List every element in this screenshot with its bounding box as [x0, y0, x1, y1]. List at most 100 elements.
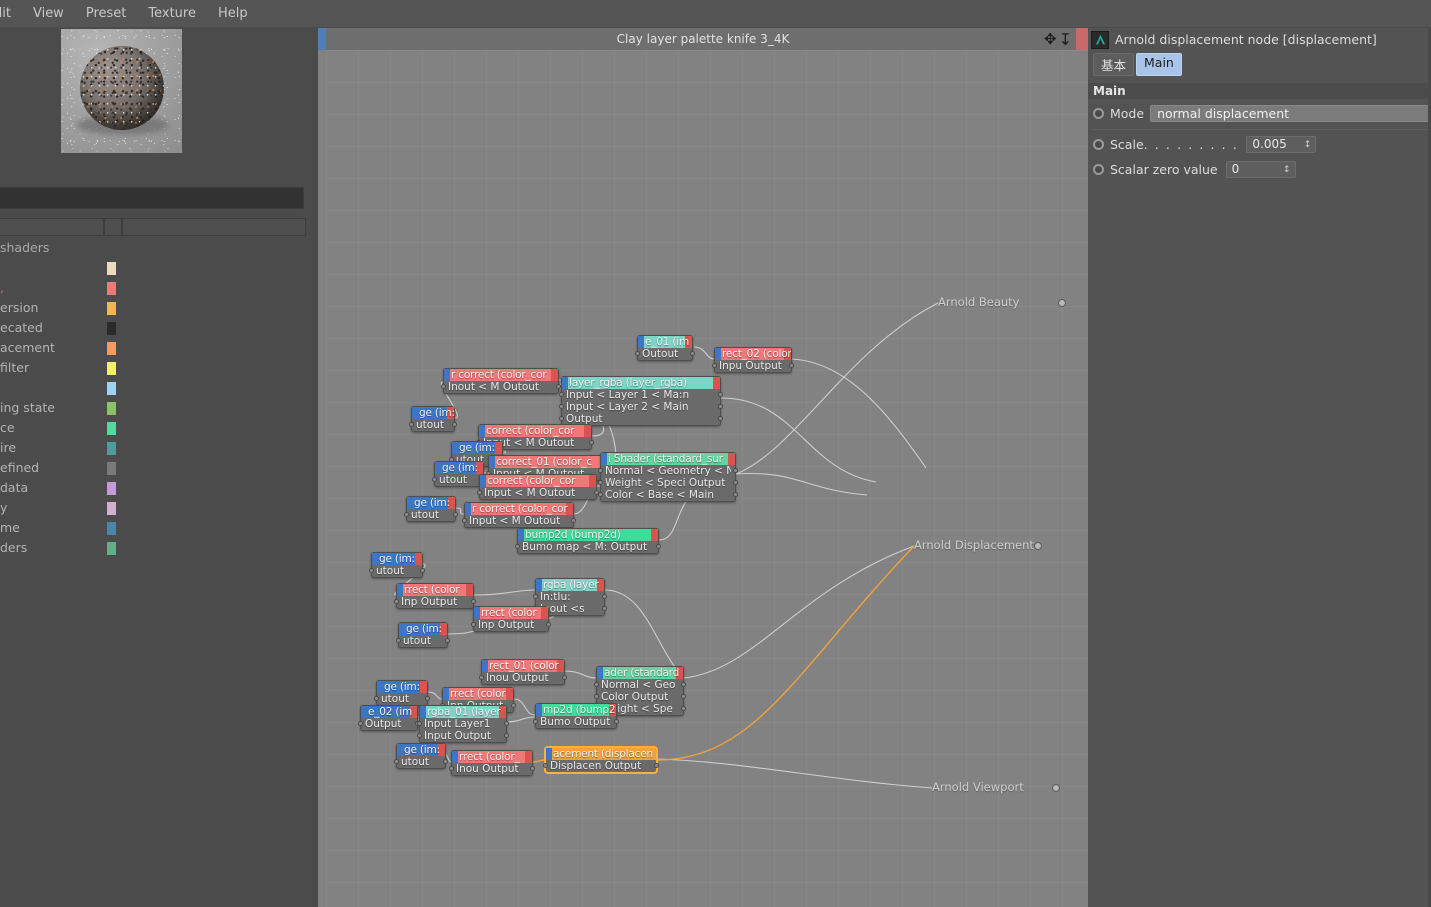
shader-category-row[interactable]: shaders: [0, 238, 312, 258]
node-attribute-row[interactable]: Input Layer1: [424, 718, 502, 730]
shader-category-row[interactable]: ing state: [0, 398, 312, 418]
node-header[interactable]: e_01 (im: [638, 336, 692, 348]
node-attribute-row[interactable]: utout: [403, 635, 443, 647]
node-attribute-row[interactable]: Normal < Geo: [601, 679, 679, 691]
scale-toggle-icon[interactable]: [1093, 139, 1104, 150]
node-attribute-row[interactable]: utout: [411, 509, 451, 521]
mode-toggle-icon[interactable]: [1093, 108, 1104, 119]
graph-node[interactable]: ge (im: utout: [396, 622, 450, 648]
tab-main[interactable]: Main: [1136, 53, 1182, 76]
shader-category-row[interactable]: ders: [0, 538, 312, 558]
graph-node[interactable]: r correct (color_cor Input < M Outout: [462, 502, 576, 528]
graph-node[interactable]: rrect (colorInp Output: [471, 606, 551, 632]
node-attribute-row[interactable]: utout: [376, 565, 418, 577]
node-attribute-row[interactable]: Weight < Speci Output: [605, 477, 731, 489]
shader-category-row[interactable]: ire: [0, 438, 312, 458]
node-attribute-row[interactable]: Inp Output: [478, 619, 544, 631]
graph-node[interactable]: e_02 (im Output: [358, 705, 420, 731]
shader-category-row[interactable]: me: [0, 518, 312, 538]
node-header[interactable]: rrect (color_: [452, 751, 532, 763]
graph-node[interactable]: i Shader (standard_sur Normal < Geometry …: [598, 452, 738, 502]
node-attribute-row[interactable]: Bumo Output: [540, 716, 612, 728]
graph-node[interactable]: rrect (color_ Inou Output: [449, 750, 535, 776]
node-attribute-row[interactable]: Displacen Output: [550, 760, 652, 772]
mode-dropdown[interactable]: normal displacement: [1150, 105, 1429, 122]
node-attribute-row[interactable]: utout: [401, 756, 441, 768]
node-attribute-row[interactable]: Inout <s: [540, 603, 600, 615]
node-attribute-row[interactable]: Input < Layer 1 < Ma:n: [566, 389, 716, 401]
graph-node[interactable]: layer_rgba (layer_rgba) Input < Layer 1 <…: [559, 376, 723, 426]
graph-node[interactable]: acement (displacen Displacen Output: [543, 747, 659, 773]
node-attribute-row[interactable]: utout: [439, 474, 479, 486]
node-attribute-row[interactable]: Inpu Output: [719, 360, 787, 372]
shader-category-row[interactable]: y: [0, 498, 312, 518]
scalar-zero-toggle-icon[interactable]: [1093, 164, 1104, 175]
node-attribute-row[interactable]: utout: [416, 419, 450, 431]
node-header[interactable]: ge (im:: [399, 623, 447, 635]
node-header[interactable]: ge (im:: [397, 744, 445, 756]
node-header[interactable]: correct_01 (color_c: [489, 456, 609, 468]
shader-category-row[interactable]: [0, 378, 312, 398]
node-header[interactable]: ader (standard: [597, 667, 683, 679]
shader-category-row[interactable]: ce: [0, 418, 312, 438]
node-attribute-row[interactable]: utout: [381, 693, 423, 705]
graph-node[interactable]: rect_02 (color Inpu Output: [712, 347, 794, 373]
node-header[interactable]: rrect (color: [397, 584, 473, 596]
menu-item-preset[interactable]: Preset: [75, 0, 138, 27]
node-attribute-row[interactable]: Input < M Outout: [484, 487, 592, 499]
shader-category-row[interactable]: [0, 258, 312, 278]
node-attribute-row[interactable]: Outout: [642, 348, 688, 360]
panel-close-marker[interactable]: [1076, 28, 1088, 50]
node-header[interactable]: r correct (color_cor: [444, 369, 558, 381]
graph-node[interactable]: ge (im: utout: [394, 743, 448, 769]
node-header[interactable]: ge (im:: [412, 407, 454, 419]
graph-node[interactable]: r correct (color_cor Inout < M Outout: [441, 368, 561, 394]
shader-category-row[interactable]: efined: [0, 458, 312, 478]
graph-output-port-dot[interactable]: [1058, 299, 1066, 307]
node-header[interactable]: rect_01 (color: [482, 660, 564, 672]
node-header[interactable]: rrect (color: [474, 607, 548, 619]
scalar-zero-input[interactable]: 0 ↕: [1225, 161, 1296, 178]
shader-category-row[interactable]: data: [0, 478, 312, 498]
node-header[interactable]: rect_02 (color: [715, 348, 791, 360]
node-header[interactable]: layer_rgba (layer_rgba): [562, 377, 720, 389]
node-header[interactable]: ge (im:: [372, 553, 422, 565]
node-attribute-row[interactable]: Output: [365, 718, 413, 730]
node-attribute-row[interactable]: Color < Base < Main: [605, 489, 731, 501]
scale-input[interactable]: 0.005 ↕: [1246, 136, 1317, 153]
node-header[interactable]: i Shader (standard_sur: [601, 453, 735, 465]
graph-node[interactable]: rect_01 (color Inou Output: [479, 659, 567, 685]
menu-item-view[interactable]: View: [22, 0, 75, 27]
node-attribute-row[interactable]: Inou Output: [456, 763, 528, 775]
node-header[interactable]: ge (im:: [377, 681, 427, 693]
node-attribute-row[interactable]: Inout < M Outout: [448, 381, 554, 393]
graph-node[interactable]: ge (im: utout: [369, 552, 425, 578]
node-header[interactable]: correct (color_cor: [480, 475, 596, 487]
column-header-name[interactable]: [0, 218, 104, 236]
scale-stepper-icon[interactable]: ↕: [1304, 137, 1312, 153]
node-attribute-row[interactable]: Normal < Geometry < N: [605, 465, 731, 477]
menu-item-edit[interactable]: dit: [0, 0, 22, 27]
node-attribute-row[interactable]: In:tIu:: [540, 591, 600, 603]
move-tool-icon[interactable]: ✥: [1044, 31, 1057, 47]
node-attribute-row[interactable]: Bumo map < M: Output: [522, 541, 654, 553]
node-attribute-row[interactable]: Inou Output: [486, 672, 560, 684]
shader-category-row[interactable]: filter: [0, 358, 312, 378]
node-graph-canvas[interactable]: e_01 (im Outout rect_02 (color Inpu Output r…: [326, 50, 1088, 907]
menu-item-help[interactable]: Help: [207, 0, 259, 27]
graph-node[interactable]: e_01 (im Outout: [635, 335, 695, 361]
graph-output-port-dot[interactable]: [1034, 542, 1042, 550]
graph-node[interactable]: rrect (colorInp Output: [394, 583, 476, 609]
tab-basic[interactable]: 基本: [1093, 53, 1135, 76]
material-preview-swatch[interactable]: [61, 29, 182, 153]
graph-node[interactable]: ge (im: utout: [432, 461, 486, 487]
node-attribute-row[interactable]: Input Output: [424, 730, 502, 742]
node-header[interactable]: ge (im:: [452, 442, 502, 454]
node-header[interactable]: rgba_01 (layer: [420, 706, 506, 718]
shader-category-row[interactable]: ersion: [0, 298, 312, 318]
graph-node[interactable]: bump2d (bump2d) Bumo map < M: Output: [515, 528, 661, 554]
graph-output-port-dot[interactable]: [1052, 784, 1060, 792]
column-header-swatch[interactable]: [104, 218, 122, 236]
node-header[interactable]: mp2d (bump2: [536, 704, 616, 716]
node-header[interactable]: acement (displacen: [546, 748, 656, 760]
